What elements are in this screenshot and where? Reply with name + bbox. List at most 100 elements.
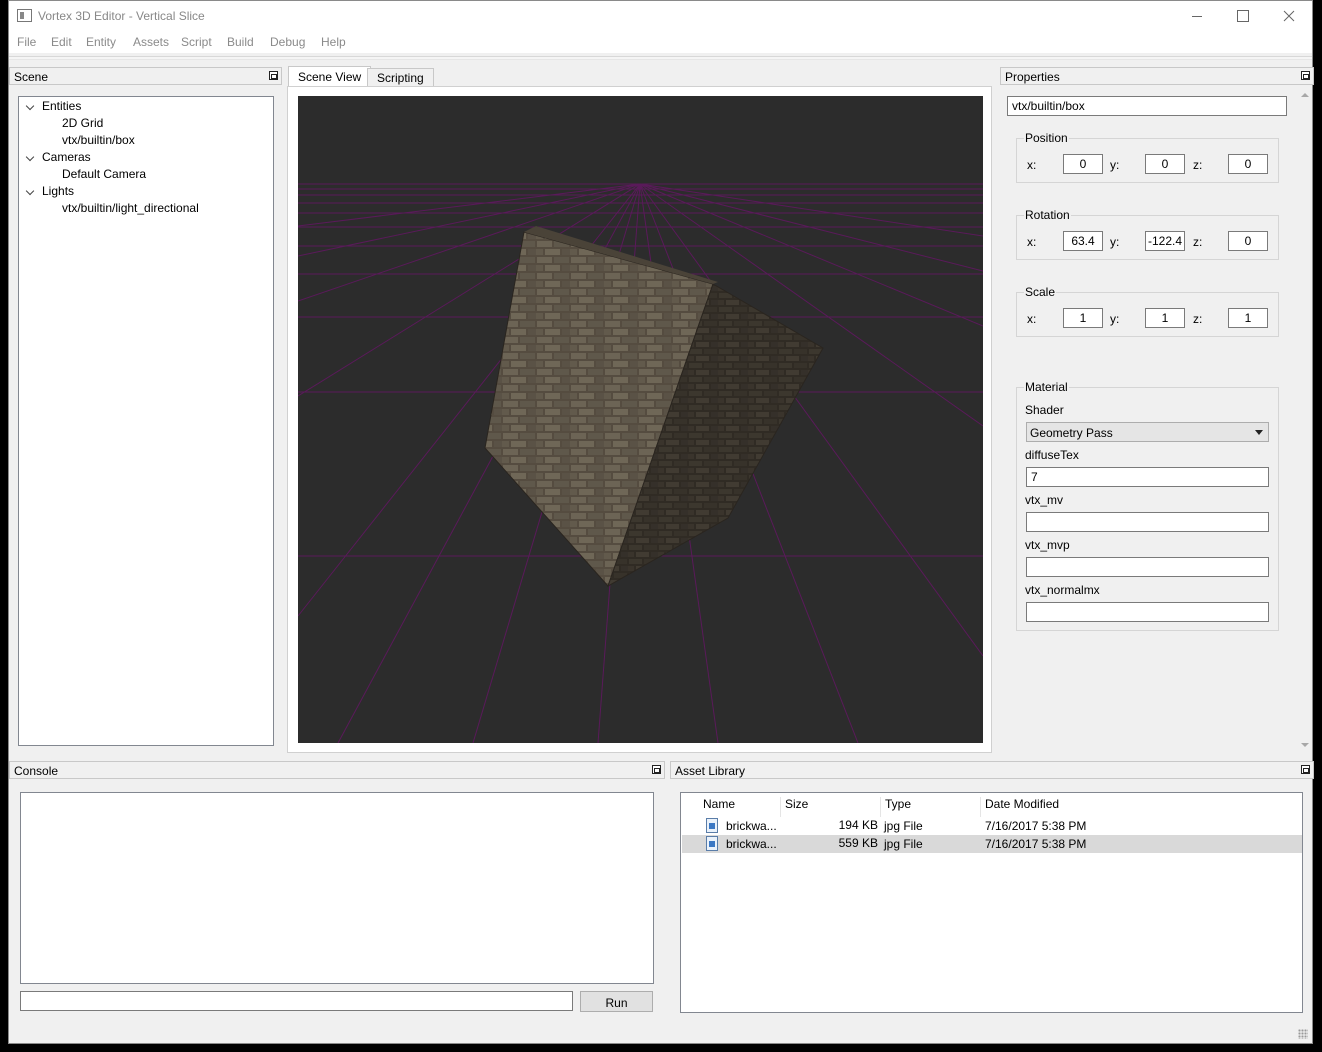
column-name[interactable]: Name [699,797,781,817]
minimize-button[interactable] [1174,1,1220,31]
asset-type: jpg File [884,837,923,851]
chevron-down-icon [1255,430,1263,435]
rotation-x-label: x: [1027,235,1037,249]
asset-name: brickwa... [726,837,777,851]
console-dock-label: Console [14,764,59,778]
position-z-label: z: [1193,158,1203,172]
asset-library-dock-label: Asset Library [675,764,746,778]
tree-item-cameras[interactable]: Cameras [42,150,91,164]
column-date-modified[interactable]: Date Modified [981,797,1101,817]
console-output[interactable] [20,792,654,984]
rotation-y-input[interactable]: -122.4 [1145,231,1185,251]
menu-entity[interactable]: Entity [86,35,116,49]
asset-size: 194 KB [838,818,878,832]
position-y-input[interactable]: 0 [1145,154,1185,174]
asset-date: 7/16/2017 5:38 PM [985,819,1087,833]
scale-x-label: x: [1027,312,1037,326]
window-title: Vortex 3D Editor - Vertical Slice [38,9,205,23]
asset-type: jpg File [884,819,923,833]
properties-dock-label: Properties [1005,70,1060,84]
chevron-down-icon[interactable] [25,188,35,198]
column-size[interactable]: Size [781,797,881,817]
shader-label: Shader [1025,403,1064,417]
menu-assets[interactable]: Assets [133,35,169,49]
table-row[interactable]: brickwa... 559 KB jpg File 7/16/2017 5:3… [682,835,1302,853]
scale-y-input[interactable]: 1 [1145,308,1185,328]
rotation-z-label: z: [1193,235,1203,249]
menu-edit[interactable]: Edit [51,35,72,49]
menu-debug[interactable]: Debug [270,35,305,49]
float-icon[interactable] [269,71,278,80]
vtx-mv-input[interactable] [1026,512,1269,532]
scene-dock-label: Scene [14,70,49,84]
asset-library-dock-title[interactable]: Asset Library [670,761,1314,779]
scale-y-label: y: [1110,312,1120,326]
scene-tree[interactable]: Entities 2D Grid vtx/builtin/box Cameras… [18,96,274,746]
chevron-down-icon[interactable] [25,103,35,113]
tree-item-light-directional[interactable]: vtx/builtin/light_directional [62,201,199,215]
position-x-label: x: [1027,158,1037,172]
console-input[interactable] [20,991,573,1011]
scene-dock-title[interactable]: Scene [9,67,282,85]
position-z-input[interactable]: 0 [1228,154,1268,174]
scale-title: Scale [1024,285,1057,299]
scroll-down-icon[interactable] [1301,743,1309,747]
shader-select[interactable]: Geometry Pass [1026,422,1269,442]
position-x-input[interactable]: 0 [1063,154,1103,174]
rotation-y-label: y: [1110,235,1120,249]
asset-size: 559 KB [838,836,878,850]
rotation-title: Rotation [1024,208,1071,222]
properties-dock-title[interactable]: Properties [1000,67,1314,85]
entity-name-field[interactable]: vtx/builtin/box [1007,96,1287,116]
editor-window: Vortex 3D Editor - Vertical Slice File E… [8,0,1314,1044]
asset-name: brickwa... [726,819,777,833]
scene-viewport[interactable] [298,96,983,743]
table-row[interactable]: brickwa... 194 KB jpg File 7/16/2017 5:3… [682,817,1302,835]
shader-select-value: Geometry Pass [1030,426,1113,440]
vtx-mv-label: vtx_mv [1025,493,1064,507]
close-button[interactable] [1266,1,1312,31]
vtx-mvp-label: vtx_mvp [1025,538,1070,552]
menu-file[interactable]: File [17,35,36,49]
tree-item-default-camera[interactable]: Default Camera [62,167,146,181]
tree-item-box[interactable]: vtx/builtin/box [62,133,135,147]
close-icon [1283,10,1295,22]
tree-item-2d-grid[interactable]: 2D Grid [62,116,103,130]
scale-z-label: z: [1193,312,1203,326]
chevron-down-icon[interactable] [25,154,35,164]
tab-scene-view[interactable]: Scene View [288,66,372,88]
vtx-normalmx-label: vtx_normalmx [1025,583,1100,597]
diffusetex-label: diffuseTex [1025,448,1079,462]
scroll-up-icon[interactable] [1301,93,1309,97]
position-y-label: y: [1110,158,1120,172]
menu-script[interactable]: Script [181,35,212,49]
diffusetex-input[interactable]: 7 [1026,467,1269,487]
run-button[interactable]: Run [580,991,653,1012]
tree-item-entities[interactable]: Entities [42,99,81,113]
vtx-normalmx-input[interactable] [1026,602,1269,622]
image-file-icon [706,818,718,833]
maximize-button[interactable] [1220,1,1266,31]
column-type[interactable]: Type [881,797,981,817]
position-title: Position [1024,131,1069,145]
scale-x-input[interactable]: 1 [1063,308,1103,328]
viewport-render [298,183,983,743]
rotation-z-input[interactable]: 0 [1228,231,1268,251]
tree-item-lights[interactable]: Lights [42,184,74,198]
float-icon[interactable] [652,765,661,774]
resize-grip[interactable] [1298,1029,1308,1039]
menu-help[interactable]: Help [321,35,346,49]
image-file-icon [706,836,718,851]
toolbar-separator [9,56,1312,60]
console-dock-title[interactable]: Console [9,761,665,779]
float-icon[interactable] [1301,71,1310,80]
rotation-x-input[interactable]: 63.4 [1063,231,1103,251]
scale-z-input[interactable]: 1 [1228,308,1268,328]
material-title: Material [1024,380,1069,394]
float-icon[interactable] [1301,765,1310,774]
vtx-mvp-input[interactable] [1026,557,1269,577]
menu-build[interactable]: Build [227,35,254,49]
tab-scripting[interactable]: Scripting [367,68,434,87]
app-icon [17,9,32,22]
asset-list[interactable]: Name Size Type Date Modified brickwa... … [680,792,1303,1013]
